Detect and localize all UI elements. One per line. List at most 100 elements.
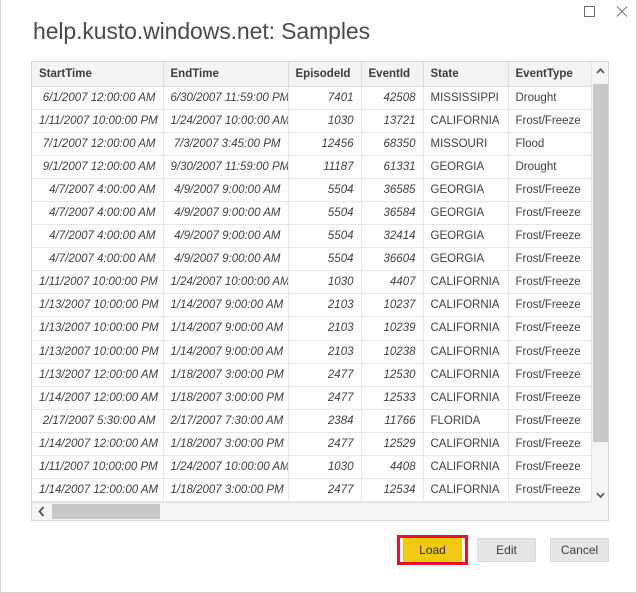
cell-eventid: 10237 [361, 294, 423, 317]
scroll-down-button[interactable] [592, 486, 609, 503]
cell-eventtype: Frost/Freeze [508, 479, 592, 502]
cell-episodeid: 2477 [288, 432, 361, 455]
chevron-up-icon [596, 68, 605, 74]
cell-starttime: 1/13/2007 10:00:00 PM [32, 340, 163, 363]
load-button[interactable]: Load [403, 538, 462, 562]
header-row: StartTime EndTime EpisodeId EventId Stat… [32, 62, 592, 86]
cell-episodeid: 5504 [288, 178, 361, 201]
cell-state: MISSOURI [423, 132, 508, 155]
vertical-scrollbar-thumb[interactable] [593, 84, 608, 442]
cell-eventid: 10238 [361, 340, 423, 363]
cell-starttime: 4/7/2007 4:00:00 AM [32, 201, 163, 224]
cell-endtime: 1/24/2007 10:00:00 AM [163, 271, 288, 294]
cell-state: CALIFORNIA [423, 109, 508, 132]
column-header-endtime[interactable]: EndTime [163, 62, 288, 86]
cell-state: GEORGIA [423, 201, 508, 224]
cell-endtime: 1/24/2007 10:00:00 AM [163, 109, 288, 132]
cell-episodeid: 12456 [288, 132, 361, 155]
cell-episodeid: 5504 [288, 248, 361, 271]
cell-endtime: 1/18/2007 3:00:00 PM [163, 432, 288, 455]
cell-starttime: 7/1/2007 12:00:00 AM [32, 132, 163, 155]
table-row[interactable]: 9/1/2007 12:00:00 AM9/30/2007 11:59:00 P… [32, 155, 592, 178]
cell-state: GEORGIA [423, 248, 508, 271]
cancel-button[interactable]: Cancel [550, 538, 609, 562]
cell-eventid: 32414 [361, 225, 423, 248]
scroll-up-button[interactable] [592, 62, 609, 79]
table-row[interactable]: 1/11/2007 10:00:00 PM1/24/2007 10:00:00 … [32, 456, 592, 479]
cell-episodeid: 2477 [288, 363, 361, 386]
cell-eventid: 36585 [361, 178, 423, 201]
cell-eventid: 11766 [361, 409, 423, 432]
cell-eventid: 13721 [361, 109, 423, 132]
cell-eventid: 4407 [361, 271, 423, 294]
cell-eventtype: Frost/Freeze [508, 317, 592, 340]
table-row[interactable]: 4/7/2007 4:00:00 AM4/9/2007 9:00:00 AM55… [32, 225, 592, 248]
cell-starttime: 4/7/2007 4:00:00 AM [32, 178, 163, 201]
table-row[interactable]: 4/7/2007 4:00:00 AM4/9/2007 9:00:00 AM55… [32, 201, 592, 224]
column-header-eventid[interactable]: EventId [361, 62, 423, 86]
square-icon [584, 6, 595, 17]
cell-episodeid: 2103 [288, 294, 361, 317]
cell-state: CALIFORNIA [423, 363, 508, 386]
table-row[interactable]: 4/7/2007 4:00:00 AM4/9/2007 9:00:00 AM55… [32, 178, 592, 201]
navigator-dialog: help.kusto.windows.net: Samples StartTim… [0, 0, 637, 593]
cell-episodeid: 2477 [288, 479, 361, 502]
cell-endtime: 4/9/2007 9:00:00 AM [163, 178, 288, 201]
table-row[interactable]: 2/17/2007 5:30:00 AM2/17/2007 7:30:00 AM… [32, 409, 592, 432]
cell-state: MISSISSIPPI [423, 86, 508, 109]
cell-starttime: 1/11/2007 10:00:00 PM [32, 271, 163, 294]
cell-endtime: 4/9/2007 9:00:00 AM [163, 201, 288, 224]
column-header-starttime[interactable]: StartTime [32, 62, 163, 86]
maximize-button[interactable] [575, 0, 603, 22]
cell-starttime: 1/14/2007 12:00:00 AM [32, 479, 163, 502]
cell-episodeid: 5504 [288, 201, 361, 224]
table-header: StartTime EndTime EpisodeId EventId Stat… [32, 62, 592, 86]
preview-table: StartTime EndTime EpisodeId EventId Stat… [32, 62, 592, 503]
edit-button[interactable]: Edit [477, 538, 536, 562]
scroll-left-button[interactable] [32, 503, 50, 520]
scrollbar-corner [590, 502, 608, 520]
cell-eventid: 36584 [361, 201, 423, 224]
horizontal-scrollbar[interactable] [32, 502, 609, 520]
table-row[interactable]: 1/11/2007 10:00:00 PM1/24/2007 10:00:00 … [32, 109, 592, 132]
cell-starttime: 1/11/2007 10:00:00 PM [32, 109, 163, 132]
table-row[interactable]: 6/1/2007 12:00:00 AM6/30/2007 11:59:00 P… [32, 86, 592, 109]
cell-state: CALIFORNIA [423, 432, 508, 455]
cell-starttime: 1/13/2007 10:00:00 PM [32, 317, 163, 340]
cell-eventtype: Flood [508, 132, 592, 155]
cell-eventtype: Frost/Freeze [508, 363, 592, 386]
cell-starttime: 1/14/2007 12:00:00 AM [32, 432, 163, 455]
horizontal-scrollbar-thumb[interactable] [52, 504, 160, 519]
cell-state: CALIFORNIA [423, 386, 508, 409]
cell-eventtype: Drought [508, 86, 592, 109]
column-header-state[interactable]: State [423, 62, 508, 86]
cell-endtime: 9/30/2007 11:59:00 PM [163, 155, 288, 178]
table-row[interactable]: 1/14/2007 12:00:00 AM1/18/2007 3:00:00 P… [32, 386, 592, 409]
table-row[interactable]: 1/14/2007 12:00:00 AM1/18/2007 3:00:00 P… [32, 479, 592, 502]
cell-endtime: 1/24/2007 10:00:00 AM [163, 456, 288, 479]
table-row[interactable]: 1/11/2007 10:00:00 PM1/24/2007 10:00:00 … [32, 271, 592, 294]
table-row[interactable]: 4/7/2007 4:00:00 AM4/9/2007 9:00:00 AM55… [32, 248, 592, 271]
cell-eventtype: Frost/Freeze [508, 201, 592, 224]
table-row[interactable]: 1/13/2007 10:00:00 PM1/14/2007 9:00:00 A… [32, 317, 592, 340]
table-row[interactable]: 1/14/2007 12:00:00 AM1/18/2007 3:00:00 P… [32, 432, 592, 455]
table-row[interactable]: 1/13/2007 10:00:00 PM1/14/2007 9:00:00 A… [32, 294, 592, 317]
dialog-footer: Load Edit Cancel [1, 525, 637, 593]
cell-starttime: 6/1/2007 12:00:00 AM [32, 86, 163, 109]
cell-endtime: 1/18/2007 3:00:00 PM [163, 479, 288, 502]
cell-state: CALIFORNIA [423, 456, 508, 479]
cell-eventtype: Frost/Freeze [508, 271, 592, 294]
table-row[interactable]: 7/1/2007 12:00:00 AM7/3/2007 3:45:00 PM1… [32, 132, 592, 155]
cell-starttime: 1/14/2007 12:00:00 AM [32, 386, 163, 409]
table-row[interactable]: 1/13/2007 10:00:00 PM1/14/2007 9:00:00 A… [32, 340, 592, 363]
cell-state: CALIFORNIA [423, 340, 508, 363]
data-grid-viewport: StartTime EndTime EpisodeId EventId Stat… [32, 62, 592, 503]
column-header-episodeid[interactable]: EpisodeId [288, 62, 361, 86]
table-row[interactable]: 1/13/2007 12:00:00 AM1/18/2007 3:00:00 P… [32, 363, 592, 386]
column-header-eventtype[interactable]: EventType [508, 62, 592, 86]
vertical-scrollbar[interactable] [591, 62, 608, 503]
cell-eventtype: Frost/Freeze [508, 432, 592, 455]
cell-eventid: 4408 [361, 456, 423, 479]
close-button[interactable] [607, 0, 635, 22]
cell-endtime: 2/17/2007 7:30:00 AM [163, 409, 288, 432]
